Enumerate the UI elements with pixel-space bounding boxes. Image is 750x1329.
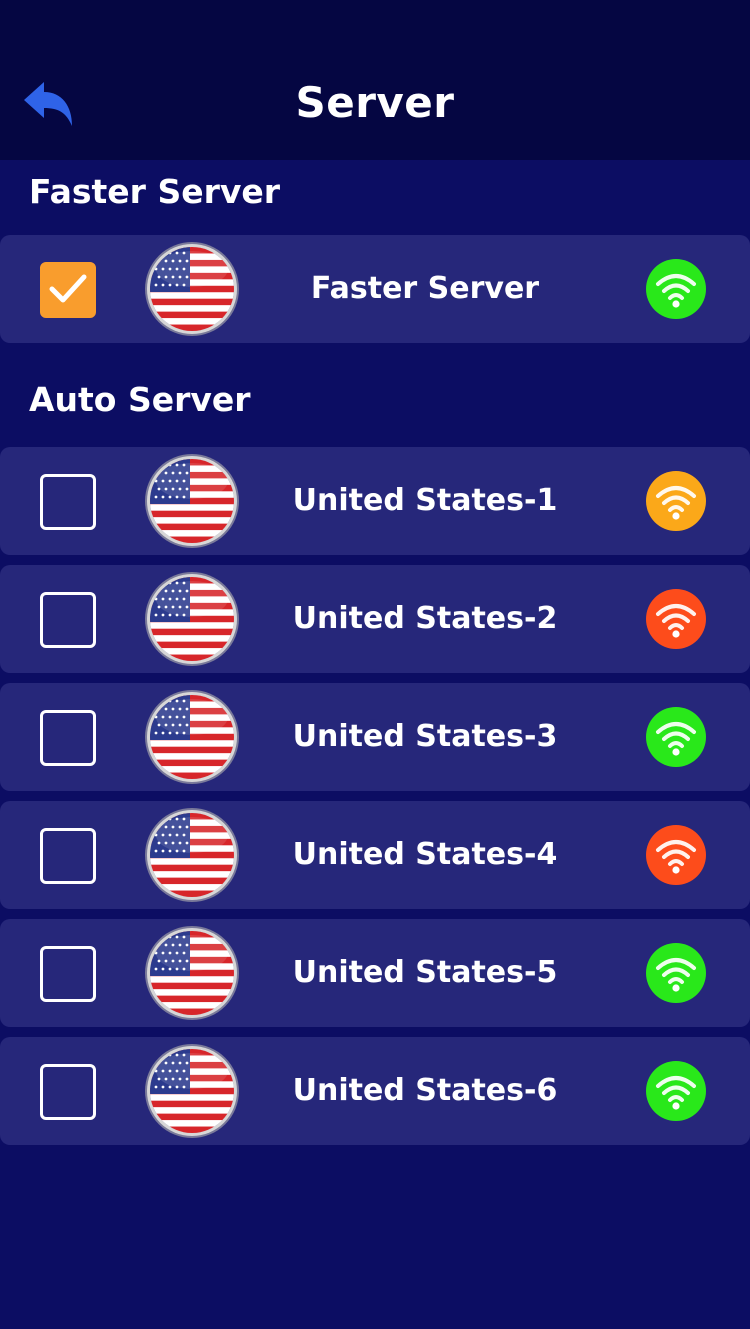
signal-icon [646, 259, 706, 319]
server-name: United States-6 [292, 1073, 558, 1108]
server-row-faster[interactable]: Faster Server [0, 235, 750, 343]
server-row[interactable]: United States-2 [0, 565, 750, 673]
us-flag-icon [150, 813, 234, 897]
server-checkbox[interactable] [40, 474, 96, 530]
server-name: United States-1 [292, 483, 558, 518]
server-checkbox[interactable] [40, 828, 96, 884]
server-name: United States-2 [292, 601, 558, 636]
us-flag-icon [150, 247, 234, 331]
server-checkbox[interactable] [40, 592, 96, 648]
signal-icon [646, 589, 706, 649]
signal-icon [646, 943, 706, 1003]
server-checkbox[interactable] [40, 1064, 96, 1120]
server-checkbox[interactable] [40, 262, 96, 318]
server-name: United States-4 [292, 837, 558, 872]
server-row[interactable]: United States-4 [0, 801, 750, 909]
check-icon [49, 274, 87, 303]
signal-icon [646, 825, 706, 885]
us-flag-icon [150, 695, 234, 779]
us-flag-icon [150, 459, 234, 543]
server-name: United States-3 [292, 719, 558, 754]
server-checkbox[interactable] [40, 710, 96, 766]
signal-icon [646, 707, 706, 767]
section-title-faster: Faster Server [29, 172, 281, 211]
server-row[interactable]: United States-5 [0, 919, 750, 1027]
server-row[interactable]: United States-6 [0, 1037, 750, 1145]
page-title: Server [295, 78, 455, 127]
server-name: Faster Server [310, 271, 540, 306]
us-flag-icon [150, 577, 234, 661]
signal-icon [646, 1061, 706, 1121]
server-checkbox[interactable] [40, 946, 96, 1002]
server-name: United States-5 [292, 955, 558, 990]
us-flag-icon [150, 1049, 234, 1133]
server-row[interactable]: United States-1 [0, 447, 750, 555]
server-row[interactable]: United States-3 [0, 683, 750, 791]
signal-icon [646, 471, 706, 531]
us-flag-icon [150, 931, 234, 1015]
section-title-auto: Auto Server [29, 380, 251, 419]
header-bar: Server [0, 0, 750, 160]
